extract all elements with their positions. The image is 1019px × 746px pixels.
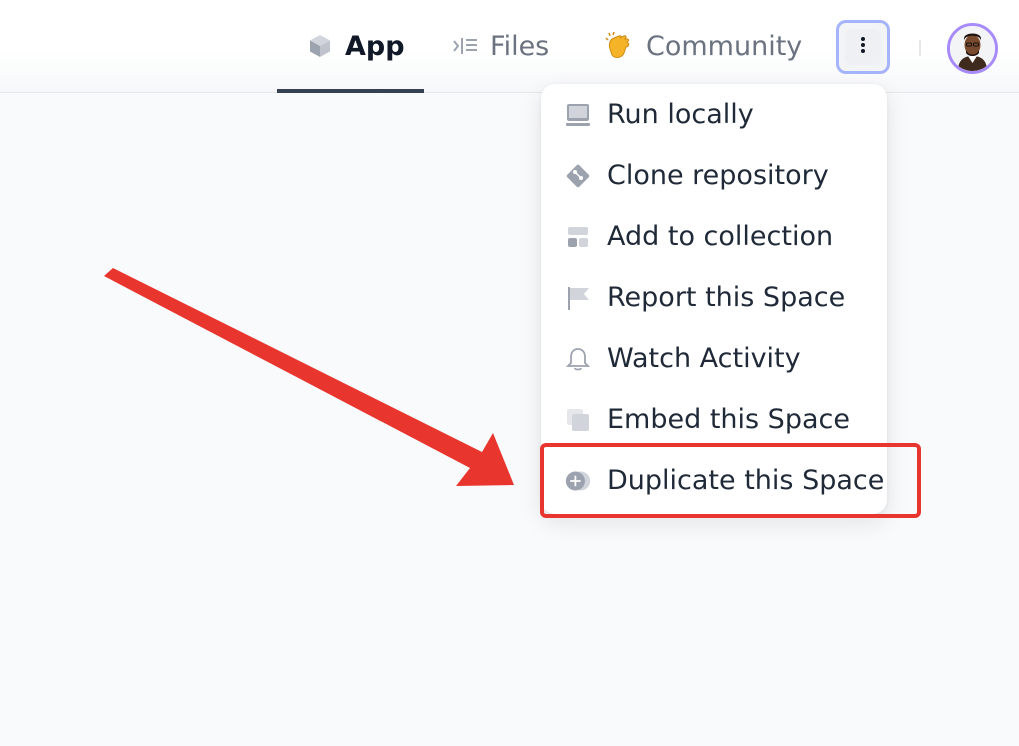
tab-community-label: Community xyxy=(646,30,803,62)
tab-files-label: Files xyxy=(490,30,550,62)
menu-item-label: Report this Space xyxy=(607,282,846,313)
bell-icon xyxy=(565,346,591,372)
vertical-dots-icon xyxy=(860,36,866,58)
tab-app-label: App xyxy=(345,30,405,62)
menu-item-label: Clone repository xyxy=(607,160,829,191)
embed-icon xyxy=(565,407,591,433)
menu-item-watch-activity[interactable]: Watch Activity xyxy=(541,328,887,389)
more-options-button[interactable] xyxy=(836,20,890,74)
active-tab-indicator xyxy=(277,89,424,93)
files-icon xyxy=(452,35,478,57)
top-navigation-bar: App Files Community xyxy=(0,0,1019,93)
collection-icon xyxy=(565,224,591,250)
menu-item-label: Watch Activity xyxy=(607,343,801,374)
user-avatar[interactable] xyxy=(947,23,998,74)
menu-item-report-space[interactable]: Report this Space xyxy=(541,267,887,328)
menu-item-label: Run locally xyxy=(607,99,754,130)
menu-item-embed-space[interactable]: Embed this Space xyxy=(541,389,887,450)
git-icon xyxy=(565,163,591,189)
tab-files[interactable]: Files xyxy=(452,0,549,92)
clapping-hands-icon xyxy=(604,31,634,61)
tab-app[interactable]: App xyxy=(277,0,424,93)
menu-item-label: Embed this Space xyxy=(607,404,850,435)
computer-icon xyxy=(565,102,591,128)
menu-item-clone-repository[interactable]: Clone repository xyxy=(541,145,887,206)
menu-item-label: Add to collection xyxy=(607,221,834,252)
cube-icon xyxy=(307,33,333,59)
flag-icon xyxy=(565,285,591,311)
nav-divider xyxy=(919,40,921,56)
menu-item-run-locally[interactable]: Run locally xyxy=(541,84,887,145)
annotation-highlight-box xyxy=(540,443,921,518)
avatar-image xyxy=(950,26,995,71)
tab-community[interactable]: Community xyxy=(604,0,802,92)
menu-item-add-to-collection[interactable]: Add to collection xyxy=(541,206,887,267)
